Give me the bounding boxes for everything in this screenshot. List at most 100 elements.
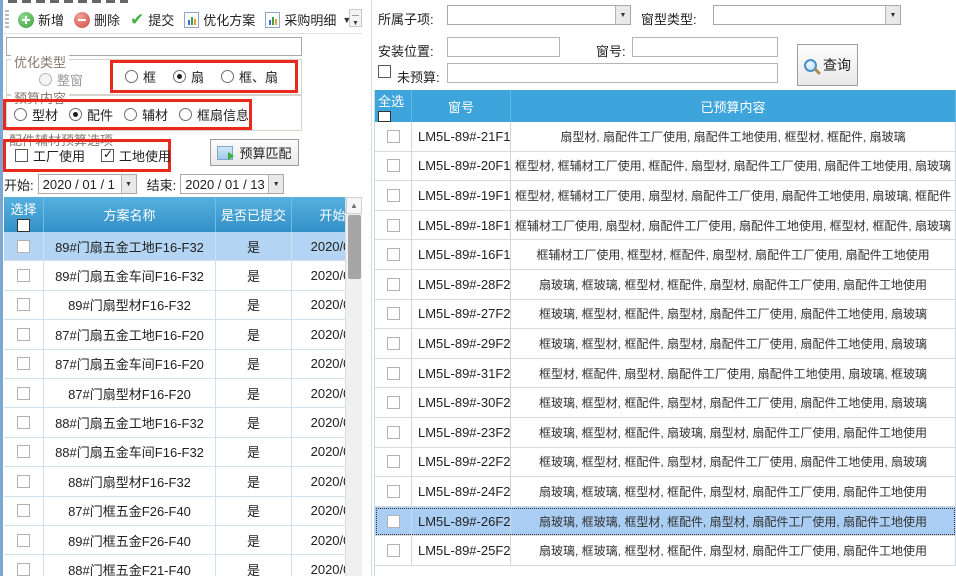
table-row[interactable]: LM5L-89#-26F24 扇玻璃, 框玻璃, 框型材, 框配件, 扇型材, … [375, 507, 956, 537]
optimize-type-radio[interactable]: 框 [125, 67, 156, 86]
row-checkbox[interactable] [17, 328, 30, 341]
table-row[interactable]: 88#门框五金F21-F40 是 2020/0 [4, 555, 362, 576]
submit-button[interactable]: ✔ 提交 [125, 8, 179, 31]
table-row[interactable]: 87#门扇型材F16-F20 是 2020/0 [4, 379, 362, 408]
optimize-type-radio[interactable]: 框、扇 [221, 67, 278, 86]
row-checkbox[interactable] [387, 337, 400, 350]
table-row[interactable]: 88#门扇五金工地F16-F32 是 2020/0 [4, 408, 362, 437]
toolbar-overflow-button[interactable]: —▼ [349, 9, 362, 27]
table-row[interactable]: LM5L-89#-16F15 框辅材工厂使用, 框型材, 框配件, 扇型材, 扇… [375, 240, 956, 270]
window-no-cell: LM5L-89#-24F22 [412, 477, 511, 506]
budget-content-radio[interactable]: 框扇信息 [179, 105, 249, 124]
table-row[interactable]: 89#门扇五金车间F16-F32 是 2020/0 [4, 261, 362, 290]
table-row[interactable]: 89#门扇五金工地F16-F32 是 2020/0 [4, 232, 362, 261]
scroll-up-arrow[interactable]: ▲ [346, 197, 362, 214]
row-checkbox[interactable] [17, 475, 30, 488]
optimize-plan-button[interactable]: 优化方案 [179, 8, 260, 31]
budget-match-button[interactable]: 预算匹配 [210, 139, 299, 166]
table-row[interactable]: LM5L-89#-23F21 框玻璃, 框型材, 框配件, 扇玻璃, 扇型材, … [375, 418, 956, 448]
row-checkbox[interactable] [387, 515, 400, 528]
budget-content-radio[interactable]: 型材 [14, 105, 58, 124]
start-date-picker[interactable]: 2020 / 01 / 1 ▼ [38, 174, 137, 194]
row-checkbox[interactable] [387, 367, 400, 380]
select-all-checkbox[interactable] [378, 111, 391, 122]
table-row[interactable]: LM5L-89#-20F18 框型材, 框辅材工厂使用, 框配件, 扇型材, 扇… [375, 152, 956, 182]
delete-button[interactable]: 删除 [69, 8, 125, 31]
vertical-scrollbar[interactable]: ▲ [345, 197, 362, 576]
table-row[interactable]: LM5L-89#-29F27 框玻璃, 框型材, 框配件, 扇型材, 扇配件工厂… [375, 329, 956, 359]
select-all-checkbox[interactable] [17, 219, 30, 232]
clipped-title-fragment [8, 0, 128, 3]
submitted-cell: 是 [216, 526, 292, 554]
row-checkbox[interactable] [17, 298, 30, 311]
row-checkbox[interactable] [17, 534, 30, 547]
row-checkbox[interactable] [17, 416, 30, 429]
table-row[interactable]: 87#门扇五金车间F16-F20 是 2020/0 [4, 350, 362, 379]
budget-content-radio[interactable]: 配件 [69, 105, 113, 124]
row-checkbox[interactable] [17, 445, 30, 458]
install-position-label: 安装位置: [378, 41, 434, 60]
usage-checkbox[interactable]: 工地使用 [101, 146, 171, 165]
radio-icon [221, 70, 234, 83]
usage-checkbox[interactable]: 工厂使用 [15, 146, 85, 165]
table-row[interactable]: LM5L-89#-21F19 扇型材, 扇配件工厂使用, 扇配件工地使用, 框型… [375, 122, 956, 152]
table-row[interactable]: 89#门扇型材F16-F32 是 2020/0 [4, 291, 362, 320]
scrollbar-thumb[interactable] [348, 215, 361, 279]
chevron-down-icon[interactable]: ▼ [121, 175, 136, 193]
table-row[interactable]: LM5L-89#-30F28 框玻璃, 框型材, 框配件, 扇型材, 扇配件工厂… [375, 388, 956, 418]
table-row[interactable]: 88#门扇五金车间F16-F32 是 2020/0 [4, 438, 362, 467]
row-checkbox[interactable] [387, 159, 400, 172]
table-row[interactable]: LM5L-89#-31F29 框型材, 框配件, 扇型材, 扇配件工厂使用, 扇… [375, 359, 956, 389]
window-no-input[interactable] [632, 37, 778, 57]
table-row[interactable]: LM5L-89#-28F26 扇玻璃, 框玻璃, 框型材, 框配件, 扇型材, … [375, 270, 956, 300]
table-row[interactable]: 87#门框五金F26-F40 是 2020/0 [4, 497, 362, 526]
plan-name-header[interactable]: 方案名称 [44, 197, 216, 232]
row-checkbox[interactable] [387, 307, 400, 320]
no-budget-checkbox[interactable] [378, 65, 391, 78]
row-checkbox[interactable] [17, 240, 30, 253]
row-checkbox[interactable] [387, 485, 400, 498]
row-checkbox[interactable] [387, 248, 400, 261]
budgeted-content-header[interactable]: 已预算内容 [511, 90, 956, 122]
table-row[interactable]: 87#门扇五金工地F16-F20 是 2020/0 [4, 320, 362, 349]
row-checkbox[interactable] [387, 219, 400, 232]
purchase-detail-button[interactable]: 采购明细 ▼ [260, 8, 356, 31]
end-date-picker[interactable]: 2020 / 01 / 13 ▼ [180, 174, 284, 194]
row-checkbox[interactable] [387, 189, 400, 202]
row-checkbox[interactable] [387, 544, 400, 557]
sub-item-select[interactable]: ▼ [447, 5, 631, 25]
row-checkbox[interactable] [387, 455, 400, 468]
window-type-select[interactable]: ▼ [713, 5, 901, 25]
row-checkbox[interactable] [387, 278, 400, 291]
chevron-down-icon[interactable]: ▼ [885, 6, 900, 24]
row-checkbox[interactable] [17, 387, 30, 400]
table-row[interactable]: LM5L-89#-27F25 框玻璃, 框型材, 框配件, 扇型材, 扇配件工厂… [375, 300, 956, 330]
table-row[interactable]: 88#门扇型材F16-F32 是 2020/0 [4, 467, 362, 496]
no-budget-input[interactable] [447, 63, 778, 83]
table-row[interactable]: 89#门框五金F26-F40 是 2020/0 [4, 526, 362, 555]
row-checkbox[interactable] [387, 426, 400, 439]
submitted-cell: 是 [216, 379, 292, 407]
table-row[interactable]: LM5L-89#-24F22 扇玻璃, 框玻璃, 框型材, 框配件, 扇型材, … [375, 477, 956, 507]
query-button[interactable]: 查询 [797, 44, 858, 86]
row-checkbox[interactable] [387, 130, 400, 143]
row-checkbox[interactable] [17, 269, 30, 282]
window-no-header[interactable]: 窗号 [412, 90, 511, 122]
radio-whole-window[interactable]: 整窗 [39, 70, 83, 89]
row-checkbox[interactable] [17, 357, 30, 370]
budget-content-radio[interactable]: 辅材 [124, 105, 168, 124]
toolbar-grip[interactable] [5, 10, 9, 30]
table-row[interactable]: LM5L-89#-25F23 扇玻璃, 框玻璃, 框型材, 框配件, 扇型材, … [375, 536, 956, 566]
install-position-input[interactable] [447, 37, 560, 57]
submitted-header[interactable]: 是否已提交 [216, 197, 292, 232]
chevron-down-icon[interactable]: ▼ [268, 175, 283, 193]
add-button[interactable]: 新增 [13, 8, 69, 31]
optimize-type-radio[interactable]: 扇 [173, 67, 204, 86]
row-checkbox[interactable] [17, 504, 30, 517]
chevron-down-icon[interactable]: ▼ [615, 6, 630, 24]
table-row[interactable]: LM5L-89#-18F16 框辅材工厂使用, 扇型材, 扇配件工厂使用, 扇配… [375, 211, 956, 241]
table-row[interactable]: LM5L-89#-19F17 框型材, 框辅材工厂使用, 扇型材, 扇配件工厂使… [375, 181, 956, 211]
table-row[interactable]: LM5L-89#-22F20 框玻璃, 框型材, 框配件, 扇型材, 扇配件工厂… [375, 448, 956, 478]
row-checkbox[interactable] [17, 563, 30, 576]
row-checkbox[interactable] [387, 396, 400, 409]
